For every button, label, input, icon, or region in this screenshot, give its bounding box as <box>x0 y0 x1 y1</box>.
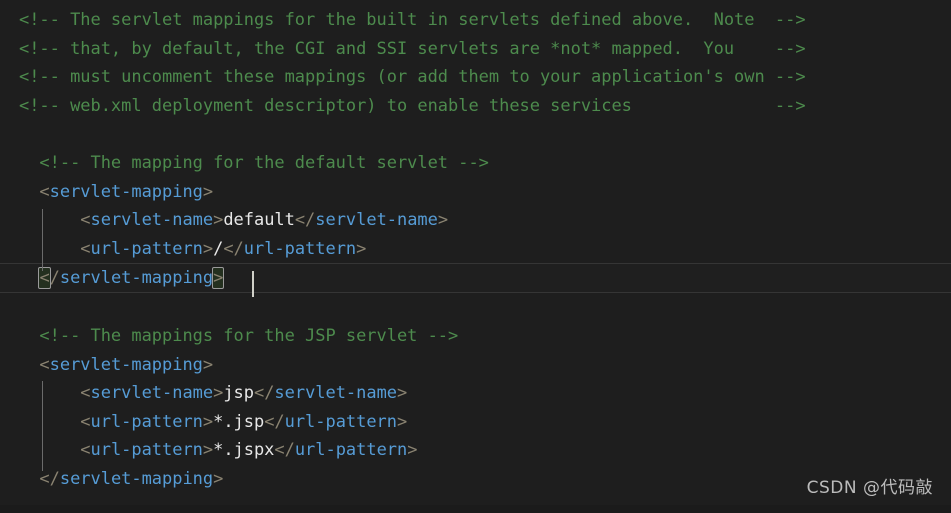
code-token: > <box>213 210 224 231</box>
code-token: > <box>213 383 224 404</box>
code-token: servlet-mapping <box>49 354 203 375</box>
code-line[interactable]: <!-- The servlet mappings for the built … <box>0 6 951 35</box>
code-token: <!-- web.xml deployment descriptor) to e… <box>19 95 806 116</box>
code-line[interactable]: <!-- web.xml deployment descriptor) to e… <box>0 92 951 121</box>
code-token: <!-- The mapping for the default servlet… <box>19 152 489 173</box>
indent-guide <box>42 381 43 471</box>
code-line[interactable] <box>0 293 951 322</box>
code-token: > <box>202 238 214 259</box>
code-token: </ <box>223 238 244 259</box>
code-token: url-pattern <box>294 440 408 461</box>
code-token: </ <box>19 468 60 489</box>
code-token: > <box>407 440 418 461</box>
code-line[interactable]: <url-pattern>*.jspx</url-pattern> <box>0 436 951 465</box>
code-token: </ <box>294 210 316 231</box>
code-token: < <box>19 383 91 404</box>
code-token: jsp <box>223 383 254 404</box>
code-token: > <box>397 411 408 432</box>
code-token: <!-- must uncomment these mappings (or a… <box>19 67 806 88</box>
code-token: </ <box>264 411 285 432</box>
indent-guide <box>42 209 43 271</box>
code-line[interactable]: <servlet-name>jsp</servlet-name> <box>0 379 951 408</box>
code-token: servlet-name <box>90 383 214 404</box>
code-token: <!-- that, by default, the CGI and SSI s… <box>19 38 806 59</box>
code-token: servlet-name <box>315 210 438 231</box>
code-token: url-pattern <box>90 411 203 432</box>
code-token: < <box>19 440 91 461</box>
code-token: *.jspx <box>213 440 275 461</box>
code-token: servlet-mapping <box>59 468 214 489</box>
code-token: > <box>202 440 214 461</box>
code-line[interactable]: <url-pattern>*.jsp</url-pattern> <box>0 408 951 437</box>
code-token: > <box>397 383 408 404</box>
code-token: </ <box>274 440 295 461</box>
code-token: <!-- The mappings for the JSP servlet --… <box>19 325 459 346</box>
code-token: > <box>202 411 214 432</box>
code-token: / <box>49 268 60 289</box>
code-token: < <box>19 238 91 259</box>
code-token: servlet-mapping <box>49 181 203 202</box>
code-line-active[interactable]: </servlet-mapping> <box>0 263 951 294</box>
code-token: > <box>202 181 214 202</box>
code-token: > <box>356 238 367 259</box>
code-token: </ <box>253 383 275 404</box>
code-token: url-pattern <box>243 238 357 259</box>
code-token: *.jsp <box>213 411 265 432</box>
code-token: < <box>19 210 91 231</box>
code-line[interactable]: <!-- The mapping for the default servlet… <box>0 149 951 178</box>
code-token: > <box>213 468 224 489</box>
code-token: default <box>223 210 295 231</box>
code-token: url-pattern <box>90 440 203 461</box>
code-token: < <box>19 181 50 202</box>
code-token: < <box>19 354 50 375</box>
editor-bottom-strip <box>0 505 951 513</box>
code-line[interactable] <box>0 120 951 149</box>
code-token: > <box>437 210 449 231</box>
code-editor-viewport[interactable]: <!-- The servlet mappings for the built … <box>0 0 951 513</box>
code-token: servlet-name <box>90 210 214 231</box>
code-token: servlet-name <box>274 383 398 404</box>
code-line[interactable]: <servlet-name>default</servlet-name> <box>0 206 951 235</box>
code-line[interactable]: <!-- must uncomment these mappings (or a… <box>0 63 951 92</box>
code-line[interactable]: <servlet-mapping> <box>0 351 951 380</box>
code-line[interactable]: </servlet-mapping> <box>0 465 951 494</box>
code-token: url-pattern <box>284 411 397 432</box>
code-line[interactable]: <url-pattern>/</url-pattern> <box>0 235 951 264</box>
code-token: <!-- The servlet mappings for the built … <box>19 10 806 30</box>
code-token: / <box>213 238 224 259</box>
code-token: > <box>212 267 225 290</box>
text-cursor <box>252 271 254 297</box>
code-line[interactable]: <!-- that, by default, the CGI and SSI s… <box>0 35 951 64</box>
code-lines-container[interactable]: <!-- The servlet mappings for the built … <box>0 6 951 494</box>
code-token: < <box>38 267 51 290</box>
code-line[interactable]: <!-- The mappings for the JSP servlet --… <box>0 322 951 351</box>
code-token: < <box>19 411 91 432</box>
code-line[interactable]: <servlet-mapping> <box>0 178 951 207</box>
code-token: servlet-mapping <box>59 268 214 289</box>
code-token: > <box>202 354 214 375</box>
code-token: url-pattern <box>90 238 203 259</box>
